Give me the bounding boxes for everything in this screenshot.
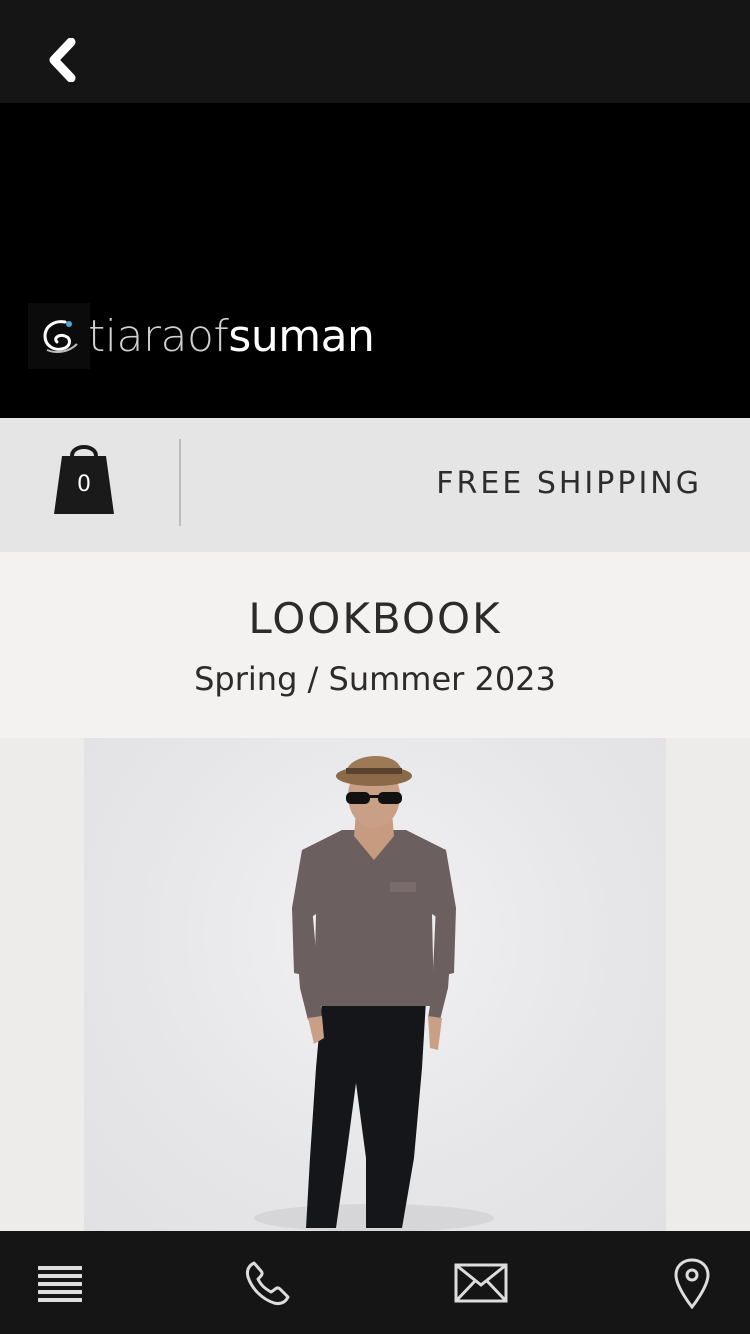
page-subtitle: Spring / Summer 2023 [194, 660, 556, 698]
phone-icon [246, 1261, 290, 1305]
cart-count: 0 [77, 472, 91, 497]
location-pin-icon [674, 1257, 710, 1309]
cart-button[interactable]: 0 [48, 436, 120, 518]
phone-button[interactable] [208, 1231, 328, 1334]
lookbook-photo[interactable] [84, 738, 666, 1231]
location-button[interactable] [632, 1231, 750, 1334]
page-title: LOOKBOOK [248, 594, 502, 643]
menu-button[interactable] [0, 1231, 120, 1334]
divider [179, 439, 181, 526]
mail-icon [454, 1263, 508, 1302]
brand-logo[interactable]: tiaraofsuman [28, 303, 375, 369]
mail-button[interactable] [421, 1231, 541, 1334]
top-bar [0, 0, 750, 103]
logo-mark-icon [28, 303, 90, 369]
header-banner: tiaraofsuman [0, 103, 750, 418]
menu-icon [38, 1265, 82, 1302]
logo-text-prefix: tiara [88, 310, 188, 362]
back-button[interactable] [30, 28, 94, 92]
logo-text-mid: of [187, 310, 229, 362]
lookbook-header: LOOKBOOK Spring / Summer 2023 [0, 552, 750, 738]
lookbook-gallery [0, 738, 750, 1231]
free-shipping-text: FREE SHIPPING [436, 466, 702, 501]
logo-wordmark: tiaraofsuman [88, 310, 375, 362]
app-screen: tiaraofsuman 0 FREE SHIPPING LOOKBOOK Sp… [0, 0, 750, 1334]
chevron-left-icon [49, 38, 76, 82]
bottom-nav [0, 1231, 750, 1334]
model-illustration [254, 755, 494, 1231]
logo-text-suffix: suman [228, 310, 375, 362]
